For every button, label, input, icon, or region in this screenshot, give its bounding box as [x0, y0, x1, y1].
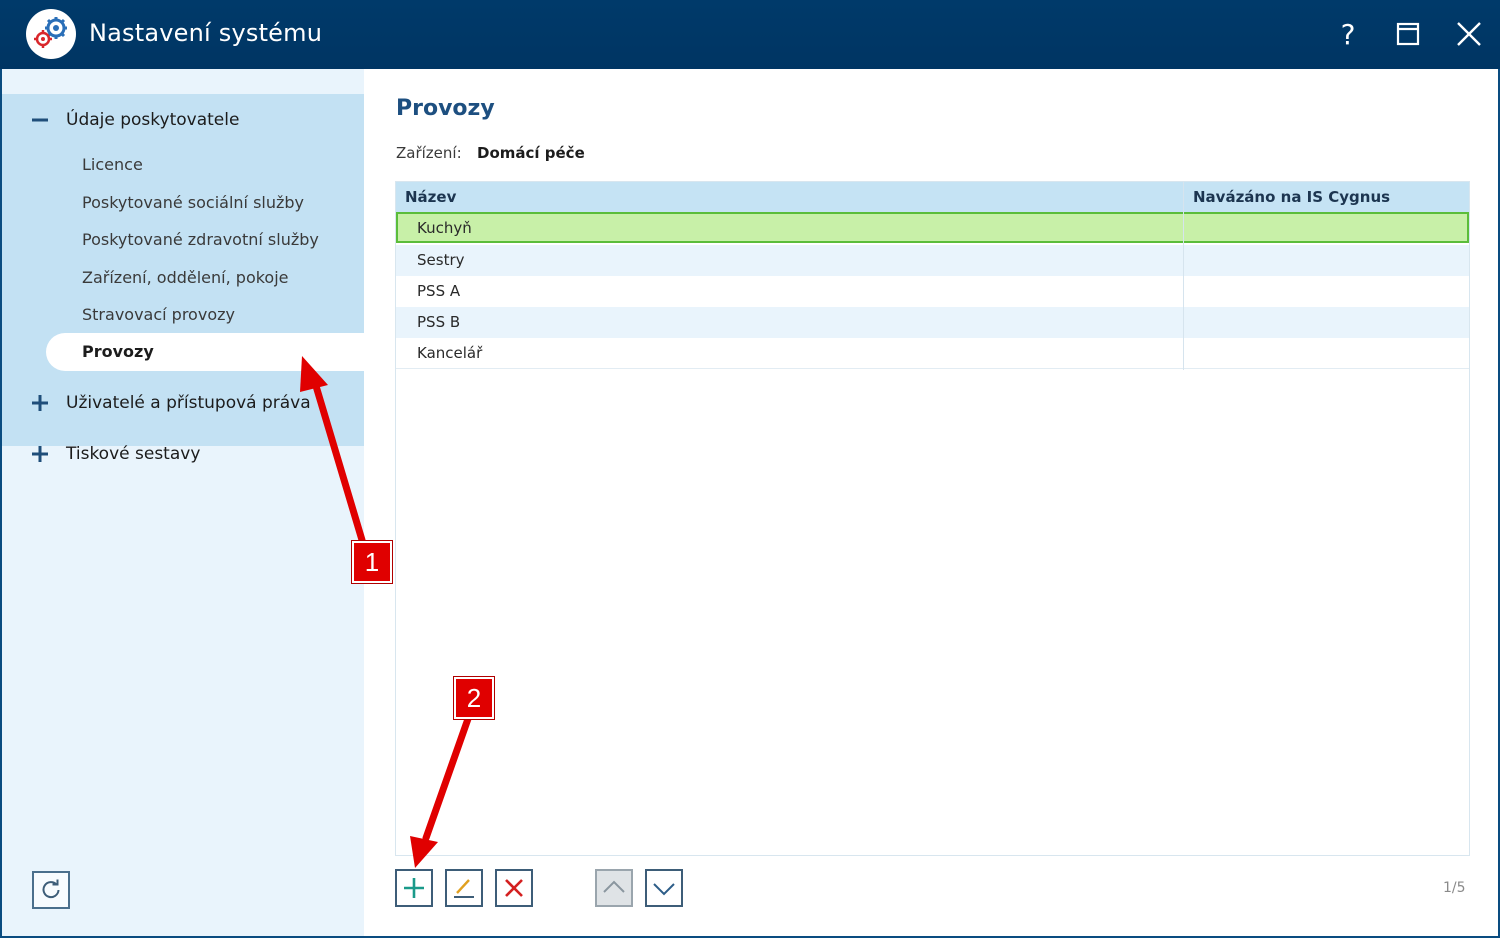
window-title: Nastavení systému: [89, 19, 323, 47]
title-bar: Nastavení systému ?: [0, 0, 1500, 69]
cell-nazev: Sestry: [417, 251, 465, 269]
edit-button[interactable]: [445, 869, 483, 907]
add-button[interactable]: [395, 869, 433, 907]
cell-nazev: Kuchyň: [417, 219, 472, 237]
x-icon: [505, 879, 523, 897]
move-down-button[interactable]: [645, 869, 683, 907]
move-up-button[interactable]: [595, 869, 633, 907]
maximize-button[interactable]: [1388, 14, 1428, 54]
table-row[interactable]: Kuchyň: [396, 212, 1469, 243]
maximize-icon: [1396, 22, 1420, 46]
help-button[interactable]: ?: [1328, 14, 1368, 54]
page-title: Provozy: [396, 96, 495, 121]
annotation-badge-1: 1: [352, 541, 392, 583]
table-row[interactable]: Kancelář: [396, 338, 1469, 369]
chevron-up-icon: [603, 880, 625, 893]
column-header-nazev[interactable]: Název: [405, 188, 456, 206]
cell-nazev: PSS A: [417, 282, 461, 300]
pager-count: 1/5: [1443, 880, 1466, 896]
cell-nazev: Kancelář: [417, 344, 483, 362]
column-divider: [1183, 182, 1184, 370]
facility-value: Domácí péče: [477, 144, 585, 162]
close-icon: [1457, 22, 1481, 46]
table-row[interactable]: PSS A: [396, 276, 1469, 307]
facility-label: Zařízení:: [396, 144, 462, 162]
pencil-icon: [454, 879, 474, 898]
table-row[interactable]: PSS B: [396, 307, 1469, 338]
table-row[interactable]: Sestry: [396, 245, 1469, 276]
help-icon: ?: [1340, 17, 1356, 51]
settings-gears-icon: [26, 9, 76, 59]
table-header: Název Navázáno na IS Cygnus: [396, 182, 1469, 212]
annotation-badge-2: 2: [454, 677, 494, 719]
provozy-table: Název Navázáno na IS Cygnus Kuchyň Sestr…: [395, 181, 1470, 856]
column-header-navazano[interactable]: Navázáno na IS Cygnus: [1193, 188, 1390, 206]
plus-icon: [404, 878, 424, 898]
close-button[interactable]: [1449, 14, 1489, 54]
cell-nazev: PSS B: [417, 313, 461, 331]
delete-button[interactable]: [495, 869, 533, 907]
chevron-down-icon: [653, 883, 675, 896]
